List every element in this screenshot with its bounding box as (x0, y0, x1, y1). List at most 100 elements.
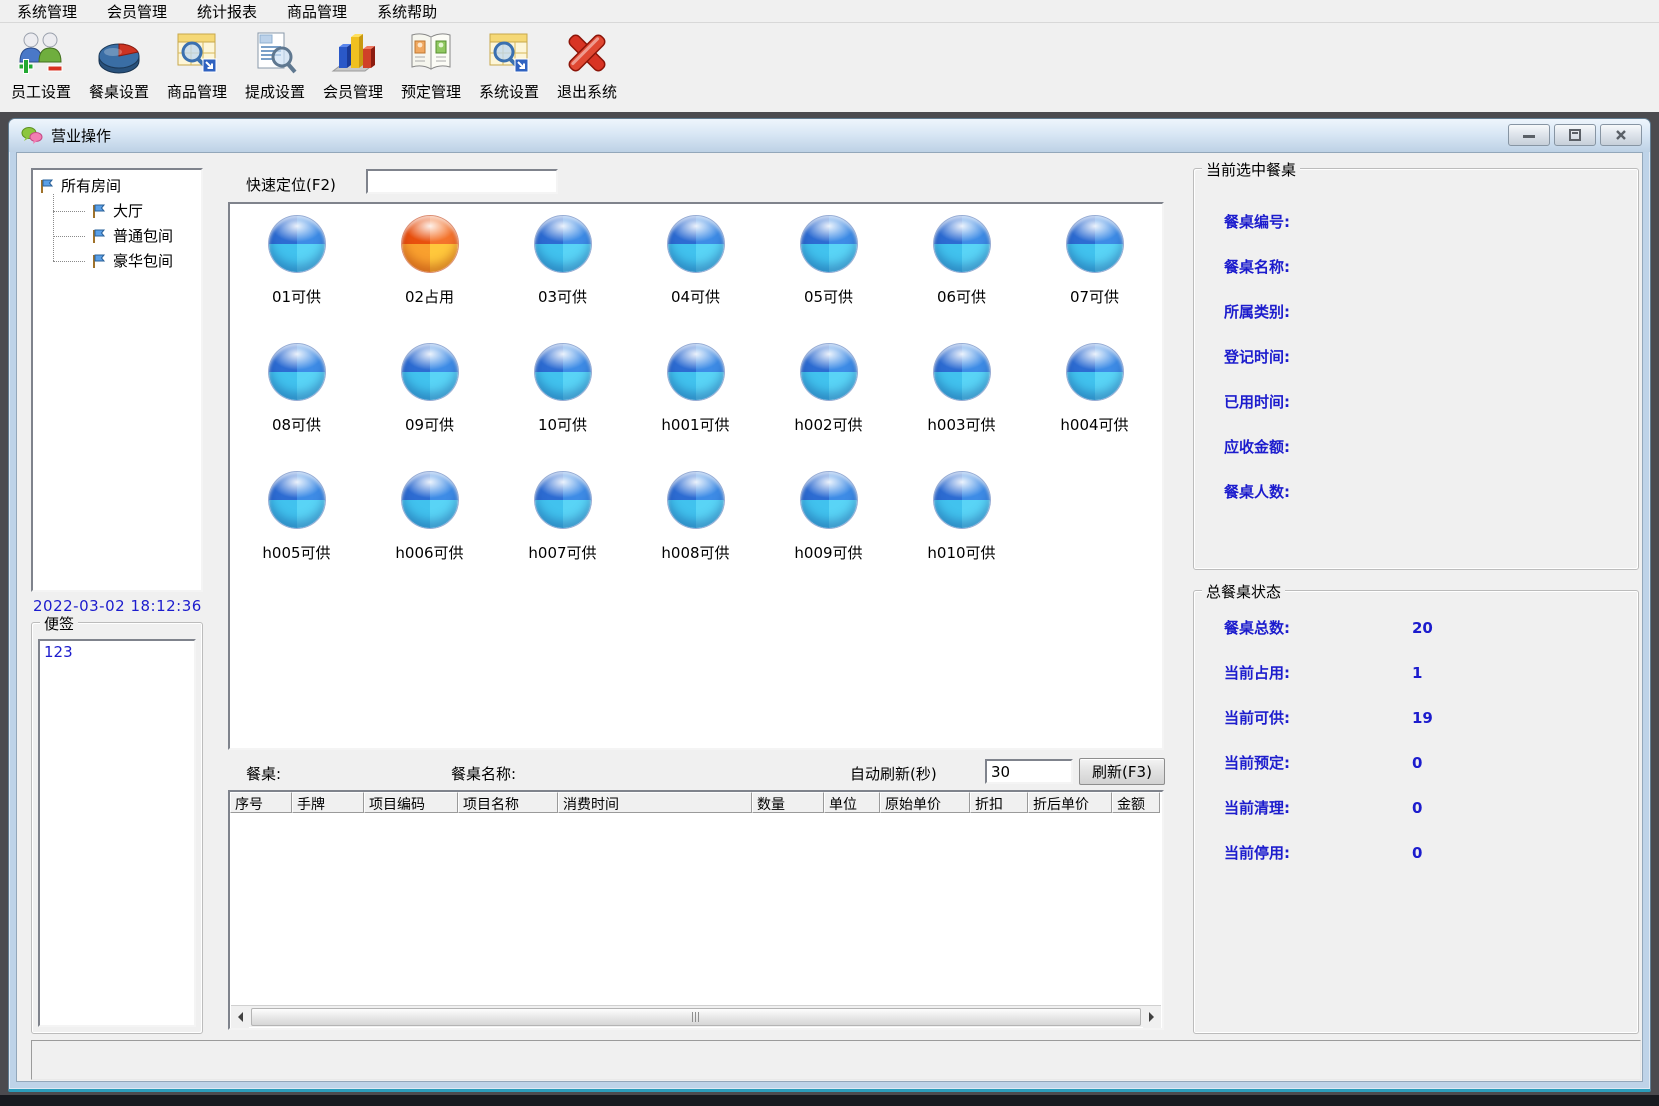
tables-grid: 01可供 02占用 03可供 04可供 05可供 06可供 07可供 08可供 … (230, 204, 1162, 600)
status-row-value: 0 (1412, 843, 1423, 862)
table-name-field-label: 餐桌名称: (451, 765, 517, 783)
quick-locate-input[interactable] (366, 169, 558, 194)
dining-table-item[interactable]: 04可供 (629, 216, 762, 344)
dining-table-item[interactable]: h009可供 (762, 472, 895, 600)
tree-item-room[interactable]: 大厅 (47, 198, 201, 223)
dining-table-item[interactable]: 06可供 (895, 216, 1028, 344)
note-textarea[interactable]: 123 (38, 639, 196, 1027)
toolbar-button[interactable]: 退出系统 (548, 24, 626, 112)
note-groupbox: 便签 123 (31, 613, 203, 1034)
refresh-button[interactable]: 刷新(F3) (1079, 758, 1165, 785)
minimize-button[interactable] (1508, 124, 1550, 146)
status-row-label: 当前停用: (1224, 844, 1290, 862)
detail-column-header[interactable]: 单位 (824, 792, 880, 813)
menu-item[interactable]: 系统帮助 (366, 0, 448, 24)
dining-table-item[interactable]: 02占用 (363, 216, 496, 344)
window-chat-bubbles-icon (21, 126, 43, 144)
dining-table-item[interactable]: h008可供 (629, 472, 762, 600)
dining-table-item[interactable]: h001可供 (629, 344, 762, 472)
flag-icon (41, 179, 54, 193)
tree-item-label: 普通包间 (113, 227, 174, 245)
toolbar-button[interactable]: 会员管理 (314, 24, 392, 112)
horizontal-scrollbar[interactable] (231, 1005, 1161, 1028)
menu-item[interactable]: 会员管理 (96, 0, 178, 24)
tree-root-label: 所有房间 (61, 177, 122, 195)
table-label: h007可供 (528, 544, 597, 562)
toolbar-button[interactable]: 员工设置 (2, 24, 80, 112)
scroll-right-button[interactable] (1143, 1005, 1161, 1028)
detail-table-header: 序号 手牌 项目编码 项目名称 消费时间 数量 单位 原始单价 折扣 折后单价 … (230, 792, 1162, 813)
detail-column-header[interactable]: 数量 (752, 792, 824, 813)
table-status-icon (1066, 216, 1123, 272)
table-setup-pie-icon (95, 29, 143, 77)
table-status-icon (401, 472, 458, 528)
dining-table-item[interactable]: 08可供 (230, 344, 363, 472)
tree-item-room[interactable]: 豪华包间 (47, 248, 201, 273)
selected-field-row: 应收金额: (1194, 424, 1638, 469)
detail-column-header[interactable]: 金额 (1112, 792, 1160, 813)
detail-column-header[interactable]: 手牌 (292, 792, 364, 813)
table-status-icon (667, 216, 724, 272)
tree-item-all-rooms[interactable]: 所有房间 (33, 170, 201, 198)
flag-icon (93, 254, 106, 268)
auto-refresh-input[interactable] (985, 759, 1073, 784)
toolbar-button[interactable]: 提成设置 (236, 24, 314, 112)
dining-table-item[interactable]: h006可供 (363, 472, 496, 600)
tree-children: 大厅 普通包间 豪华包间 (47, 194, 201, 273)
scroll-left-button[interactable] (231, 1005, 249, 1028)
detail-column-header[interactable]: 折扣 (970, 792, 1028, 813)
window-client-area: 所有房间 大厅 普通包间 豪华包间 2022-03-02 18:12:36 便签… (16, 152, 1643, 1082)
dining-table-item[interactable]: h002可供 (762, 344, 895, 472)
dining-table-item[interactable]: h007可供 (496, 472, 629, 600)
detail-column-header[interactable]: 序号 (230, 792, 292, 813)
toolbar-button-label: 餐桌设置 (88, 83, 149, 101)
table-status-icon (667, 344, 724, 400)
dining-table-item[interactable]: 03可供 (496, 216, 629, 344)
menu-item[interactable]: 统计报表 (186, 0, 268, 24)
menu-item[interactable]: 商品管理 (276, 0, 358, 24)
tree-item-room[interactable]: 普通包间 (47, 223, 201, 248)
status-row-value: 19 (1412, 708, 1433, 727)
restore-button[interactable] (1554, 124, 1596, 146)
selected-field-label: 餐桌人数: (1224, 483, 1290, 501)
selected-table-group-label: 当前选中餐桌 (1202, 159, 1301, 180)
toolbar-button-label: 预定管理 (400, 83, 461, 101)
toolbar-button[interactable]: 系统设置 (470, 24, 548, 112)
order-detail-table: 序号 手牌 项目编码 项目名称 消费时间 数量 单位 原始单价 折扣 折后单价 … (228, 790, 1164, 1030)
status-row: 当前停用: 0 (1194, 830, 1638, 875)
table-label: h004可供 (1060, 416, 1129, 434)
status-row-label: 餐桌总数: (1224, 619, 1290, 637)
dining-table-item[interactable]: 10可供 (496, 344, 629, 472)
table-status-icon (268, 216, 325, 272)
table-field-label: 餐桌: (246, 765, 282, 783)
scrollbar-grip-icon (692, 1011, 700, 1022)
toolbar-button[interactable]: 预定管理 (392, 24, 470, 112)
toolbar-button[interactable]: 餐桌设置 (80, 24, 158, 112)
detail-column-header[interactable]: 折后单价 (1028, 792, 1112, 813)
status-row-label: 当前清理: (1224, 799, 1290, 817)
window-titlebar[interactable]: 营业操作 (9, 119, 1650, 152)
dining-table-item[interactable]: 09可供 (363, 344, 496, 472)
detail-column-header[interactable]: 消费时间 (558, 792, 752, 813)
dining-table-item[interactable]: 05可供 (762, 216, 895, 344)
detail-column-header[interactable]: 项目编码 (364, 792, 458, 813)
toolbar-button[interactable]: 商品管理 (158, 24, 236, 112)
detail-column-header[interactable]: 项目名称 (458, 792, 558, 813)
quick-locate-label: 快速定位(F2) (246, 176, 336, 194)
menu-item[interactable]: 系统管理 (6, 0, 88, 24)
dining-table-item[interactable]: h005可供 (230, 472, 363, 600)
status-row: 当前预定: 0 (1194, 740, 1638, 785)
detail-column-header[interactable]: 原始单价 (880, 792, 970, 813)
dining-table-item[interactable]: h003可供 (895, 344, 1028, 472)
exit-x-icon (563, 29, 611, 77)
close-button[interactable] (1600, 124, 1642, 146)
scrollbar-thumb[interactable] (251, 1007, 1141, 1026)
table-label: 09可供 (404, 416, 455, 434)
dining-table-item[interactable]: 07可供 (1028, 216, 1161, 344)
dining-table-item[interactable]: h010可供 (895, 472, 1028, 600)
selected-field-label: 餐桌名称: (1224, 258, 1290, 276)
tree-item-label: 豪华包间 (113, 252, 174, 270)
dining-table-item[interactable]: h004可供 (1028, 344, 1161, 472)
product-manage-icon (173, 29, 221, 77)
dining-table-item[interactable]: 01可供 (230, 216, 363, 344)
